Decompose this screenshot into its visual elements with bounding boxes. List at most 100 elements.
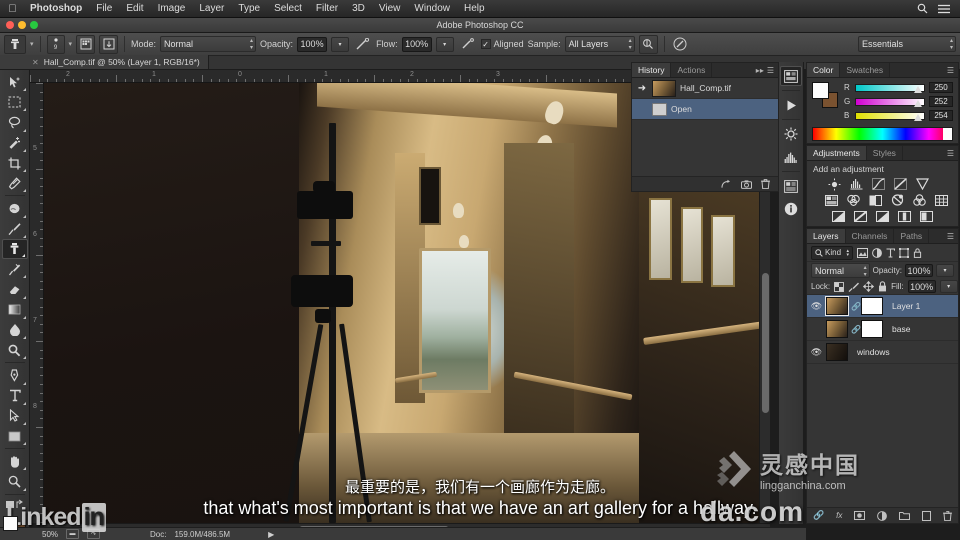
vibrance-icon[interactable]	[915, 177, 930, 191]
workspace-select[interactable]: Essentials ▴▾	[858, 36, 956, 52]
link-icon[interactable]: 🔗	[851, 325, 858, 334]
flow-input[interactable]: 100%	[402, 37, 432, 52]
panel-menu-icon[interactable]: ☰	[767, 66, 774, 75]
posterize-icon[interactable]	[853, 209, 868, 223]
blend-mode-select[interactable]: Normal ▴▾	[160, 36, 256, 52]
layer-blend-mode-select[interactable]: Normal ▴▾	[811, 263, 870, 278]
spot-healing-tool[interactable]	[2, 198, 28, 218]
gradient-map-icon[interactable]	[897, 209, 912, 223]
quick-selection-tool[interactable]	[2, 133, 28, 153]
levels-icon[interactable]	[849, 177, 864, 191]
eyedropper-tool[interactable]	[2, 173, 28, 193]
layer-name[interactable]: Layer 1	[892, 301, 920, 311]
layer-thumbnail[interactable]	[826, 297, 848, 315]
histogram-icon[interactable]	[780, 147, 802, 167]
tab-styles[interactable]: Styles	[867, 146, 903, 160]
foreground-color-swatch[interactable]	[3, 516, 18, 531]
document-tab[interactable]: ✕ Hall_Comp.tif @ 50% (Layer 1, RGB/16*)	[0, 55, 209, 69]
toggle-brush-panel-button[interactable]	[76, 35, 95, 54]
channel-value-b[interactable]: 254	[929, 110, 953, 121]
layer-name[interactable]: windows	[857, 347, 890, 357]
crop-tool[interactable]	[2, 153, 28, 173]
channel-mixer-icon[interactable]	[912, 193, 927, 207]
eye-icon-hidden[interactable]: 👁	[810, 324, 823, 335]
tab-layers[interactable]: Layers	[807, 229, 846, 243]
type-filter-icon[interactable]	[886, 248, 895, 258]
history-snapshot-row[interactable]: ➜ Hall_Comp.tif	[632, 78, 778, 99]
tab-adjustments[interactable]: Adjustments	[807, 146, 867, 160]
history-brush-source-icon[interactable]: ➜	[636, 83, 648, 94]
airbrush-toggle[interactable]	[458, 35, 477, 54]
history-brush-tool[interactable]	[2, 259, 28, 279]
menu-item-photoshop[interactable]: Photoshop	[23, 0, 89, 18]
hue-saturation-icon[interactable]	[824, 193, 839, 207]
selective-color-icon[interactable]	[919, 209, 934, 223]
new-snapshot-icon[interactable]	[741, 180, 752, 189]
r-slider-track[interactable]	[855, 84, 925, 92]
white-swatch[interactable]	[943, 128, 952, 140]
smart-object-filter-icon[interactable]	[913, 248, 922, 258]
filter-kind-select[interactable]: Kind ▴▾	[811, 246, 853, 260]
layer-row-windows[interactable]: 👁 windows	[807, 341, 958, 364]
tablet-pressure-size-toggle[interactable]	[671, 35, 690, 54]
channel-value-g[interactable]: 252	[929, 96, 953, 107]
pen-tool[interactable]	[2, 365, 28, 385]
toggle-clone-source-panel-button[interactable]	[99, 35, 118, 54]
properties-icon[interactable]	[780, 176, 802, 196]
fill-slider-button[interactable]: ▾	[940, 280, 958, 293]
eye-icon[interactable]: 👁	[810, 347, 823, 358]
aligned-checkbox[interactable]: ✓ Aligned	[481, 39, 524, 49]
color-panel-swatches[interactable]	[812, 82, 838, 108]
menu-item-3d[interactable]: 3D	[345, 0, 372, 18]
menu-item-edit[interactable]: Edit	[119, 0, 150, 18]
panel-menu-icon[interactable]: ☰	[947, 66, 954, 75]
panel-menu-icon[interactable]: ☰	[947, 232, 954, 241]
shape-tool[interactable]	[2, 426, 28, 446]
dodge-tool[interactable]	[2, 340, 28, 360]
adjustments-icon[interactable]	[780, 124, 802, 144]
clone-stamp-tool[interactable]	[2, 239, 28, 259]
menu-item-window[interactable]: Window	[407, 0, 457, 18]
lock-all-icon[interactable]	[878, 281, 887, 292]
layer-opacity-value[interactable]: 100%	[905, 264, 933, 277]
search-icon[interactable]	[917, 3, 928, 14]
shape-filter-icon[interactable]	[899, 248, 909, 258]
blur-tool[interactable]	[2, 320, 28, 340]
close-icon[interactable]: ✕	[32, 58, 39, 67]
menu-item-help[interactable]: Help	[457, 0, 492, 18]
panel-menu-icon[interactable]: ☰	[947, 149, 954, 158]
layer-name[interactable]: base	[892, 324, 910, 334]
brightness-contrast-icon[interactable]	[827, 177, 842, 191]
layer-row-layer-1[interactable]: 👁 🔗 Layer 1	[807, 295, 958, 318]
g-slider-track[interactable]	[855, 98, 925, 106]
brush-caret-icon[interactable]: ▾	[69, 40, 73, 48]
color-balance-icon[interactable]	[846, 193, 861, 207]
tab-history[interactable]: History	[632, 63, 671, 77]
tab-actions[interactable]: Actions	[671, 63, 712, 77]
history-state-row[interactable]: Open	[632, 99, 778, 120]
adjustment-filter-icon[interactable]	[872, 248, 882, 258]
brush-preset-picker[interactable]: 9	[47, 35, 65, 54]
photo-filter-icon[interactable]	[890, 193, 905, 207]
mini-bridge-icon[interactable]	[780, 66, 802, 86]
menu-item-layer[interactable]: Layer	[192, 0, 231, 18]
color-slider-b[interactable]: B 254	[844, 110, 953, 121]
tab-channels[interactable]: Channels	[846, 229, 895, 243]
exposure-icon[interactable]	[893, 177, 908, 191]
layer-mask-thumbnail[interactable]	[861, 297, 883, 315]
menu-item-file[interactable]: File	[89, 0, 119, 18]
invert-icon[interactable]	[831, 209, 846, 223]
curves-icon[interactable]	[871, 177, 886, 191]
clone-stamp-tool-icon[interactable]	[4, 35, 26, 54]
lasso-tool[interactable]	[2, 112, 28, 132]
color-slider-g[interactable]: G 252	[844, 96, 953, 107]
tab-paths[interactable]: Paths	[894, 229, 929, 243]
list-icon[interactable]	[938, 4, 950, 14]
play-icon[interactable]	[780, 95, 802, 115]
channel-value-r[interactable]: 250	[929, 82, 953, 93]
threshold-icon[interactable]	[875, 209, 890, 223]
tab-color[interactable]: Color	[807, 63, 840, 77]
path-selection-tool[interactable]	[2, 406, 28, 426]
opacity-slider-button[interactable]: ▾	[331, 37, 349, 52]
fill-value[interactable]: 100%	[908, 280, 936, 293]
